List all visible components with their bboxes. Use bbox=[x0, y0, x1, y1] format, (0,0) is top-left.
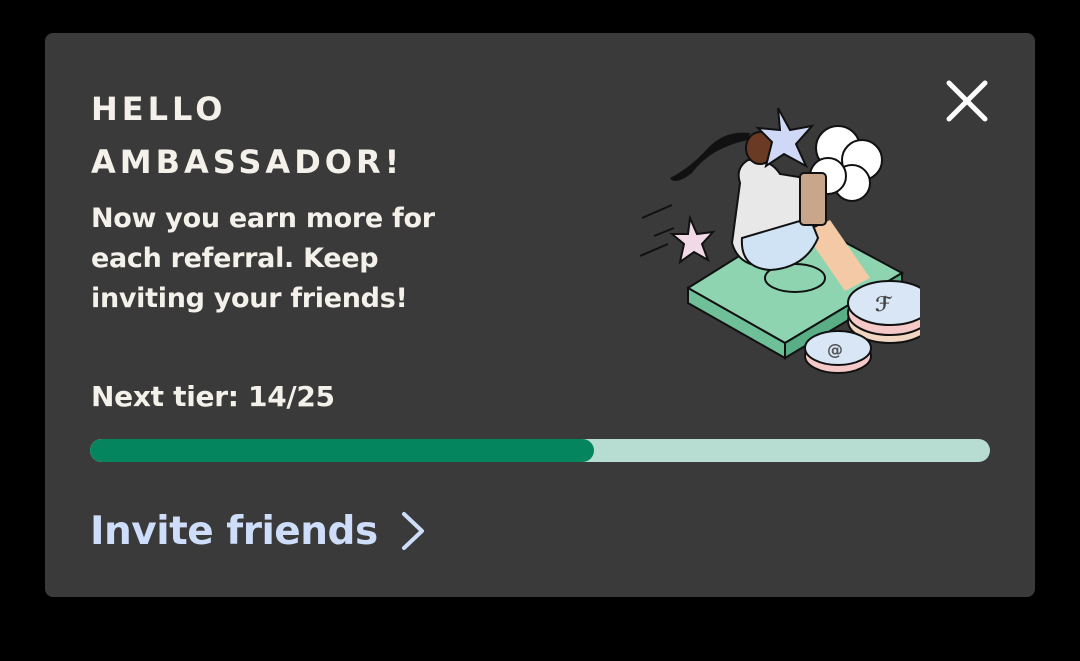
card-title: HELLO AMBASSADOR! bbox=[91, 90, 404, 181]
tier-progress-fill bbox=[90, 439, 594, 462]
close-button[interactable] bbox=[941, 75, 993, 127]
invite-friends-label: Invite friends bbox=[90, 508, 378, 554]
ambassador-illustration: ℱ @ bbox=[620, 78, 933, 378]
svg-text:@: @ bbox=[827, 340, 843, 359]
next-tier-label: Next tier: 14/25 bbox=[91, 380, 335, 413]
ambassador-card: HELLO AMBASSADOR! Now you earn more for … bbox=[45, 33, 1035, 597]
close-icon bbox=[946, 80, 988, 122]
svg-text:ℱ: ℱ bbox=[875, 292, 893, 316]
invite-friends-button[interactable]: Invite friends bbox=[90, 503, 426, 559]
card-description: Now you earn more for each referral. Kee… bbox=[91, 203, 435, 314]
tier-progress-bar bbox=[90, 439, 990, 462]
chevron-right-icon bbox=[401, 512, 424, 550]
